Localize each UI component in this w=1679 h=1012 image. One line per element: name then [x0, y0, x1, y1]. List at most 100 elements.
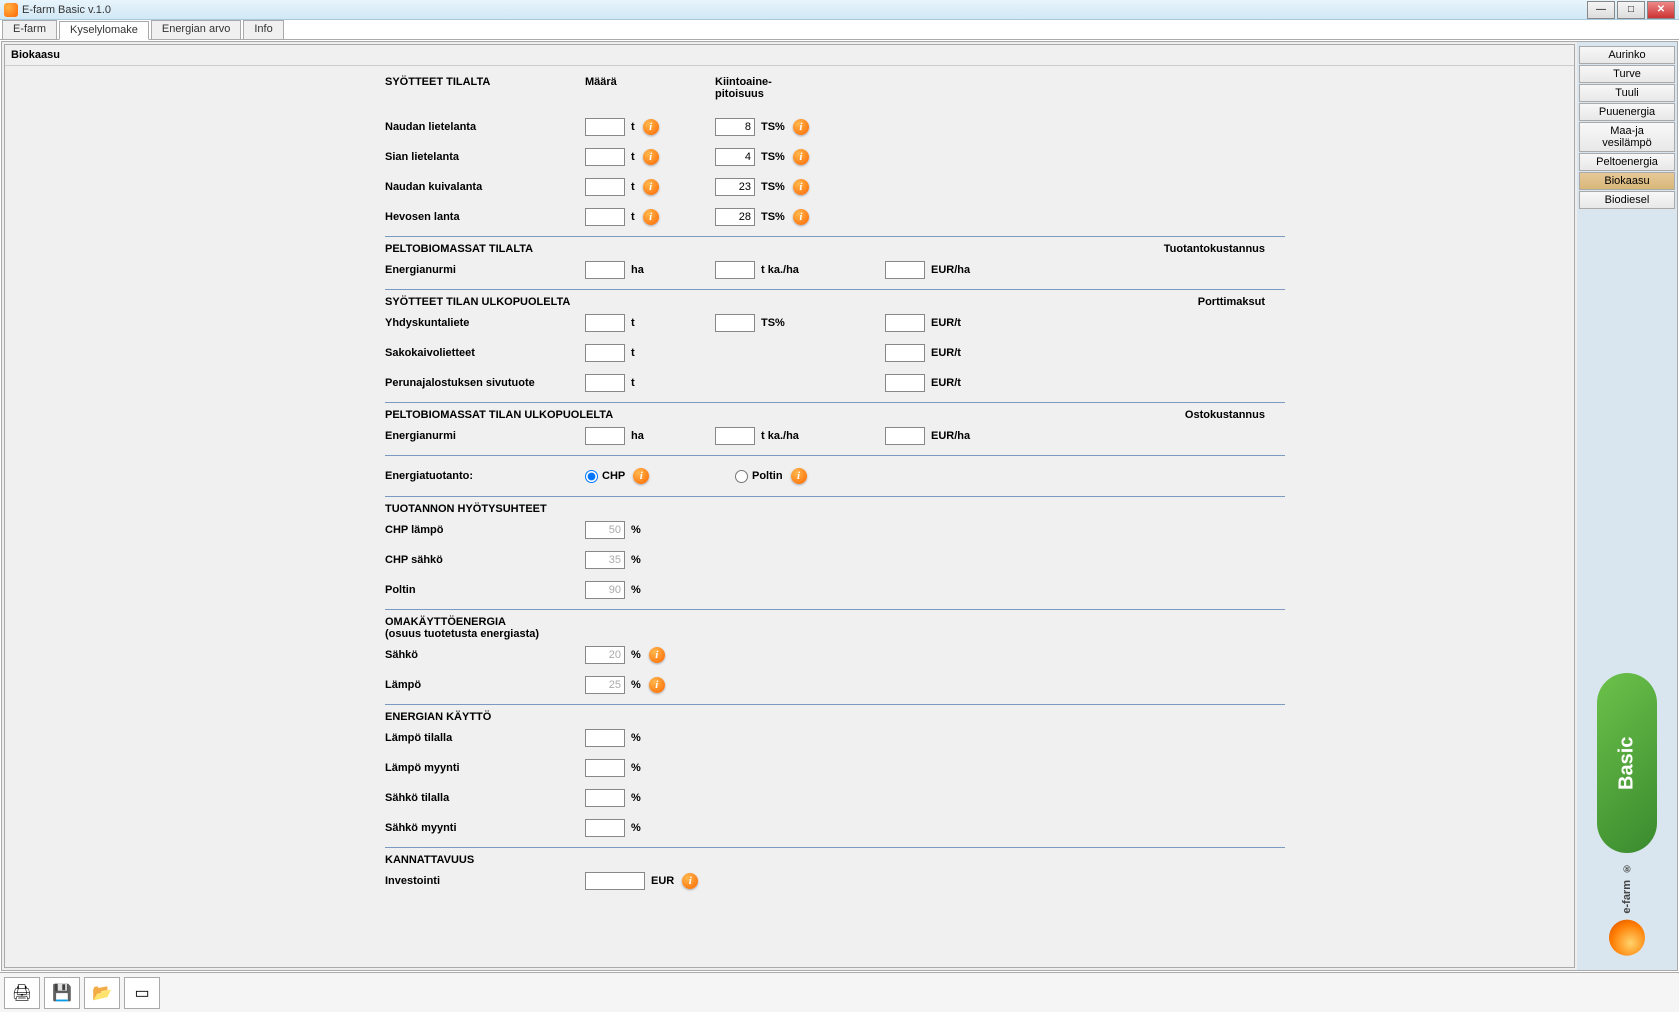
info-icon[interactable]: i [793, 149, 809, 165]
battery-button[interactable]: ▭ [124, 977, 160, 1009]
sidebar-item-turve[interactable]: Turve [1579, 65, 1675, 83]
save-button[interactable]: 💾 [44, 977, 80, 1009]
open-button[interactable]: 📂 [84, 977, 120, 1009]
bottom-toolbar: 🖨 💾 📂 ▭ [0, 972, 1679, 1012]
input-naudan-lietelanta-amount[interactable] [585, 118, 625, 136]
input-sahko-myynti[interactable] [585, 819, 625, 837]
input-sakokaivolietteet-t[interactable] [585, 344, 625, 362]
input-lampo-tilalla[interactable] [585, 729, 625, 747]
info-icon[interactable]: i [643, 149, 659, 165]
input-chp-sahko [585, 551, 625, 569]
section-kannattavuus: KANNATTAVUUS [385, 854, 1285, 866]
tab-info[interactable]: Info [243, 20, 283, 39]
radio-chp[interactable] [585, 470, 598, 483]
input-lampo-myynti[interactable] [585, 759, 625, 777]
tab-kyselylomake[interactable]: Kyselylomake [59, 21, 149, 40]
sidebar-item-tuuli[interactable]: Tuuli [1579, 84, 1675, 102]
label-tuotantokustannus: Tuotantokustannus [1164, 243, 1265, 255]
info-icon[interactable]: i [643, 209, 659, 225]
info-icon[interactable]: i [633, 468, 649, 484]
input-naudan-kuivalanta-amount[interactable] [585, 178, 625, 196]
input-lampo-own [585, 676, 625, 694]
label-sian-lietelanta: Sian lietelanta [385, 151, 585, 163]
tabbar: E-farm Kyselylomake Energian arvo Info [0, 20, 1679, 40]
label-energianurmi-ext: Energianurmi [385, 430, 585, 442]
page-title: Biokaasu [5, 45, 1574, 66]
titlebar: E-farm Basic v.1.0 — □ ✕ [0, 0, 1679, 20]
sidebar-item-peltoenergia[interactable]: Peltoenergia [1579, 153, 1675, 171]
label-naudan-lietelanta: Naudan lietelanta [385, 121, 585, 133]
info-icon[interactable]: i [791, 468, 807, 484]
input-hevosen-lanta-amount[interactable] [585, 208, 625, 226]
input-sahko-tilalla[interactable] [585, 789, 625, 807]
input-energianurmi-tka[interactable] [715, 261, 755, 279]
input-naudan-kuivalanta-ts[interactable] [715, 178, 755, 196]
header-maara: Määrä [585, 76, 705, 100]
logo-efarm: e-farm ® [1592, 863, 1662, 956]
input-sian-lietelanta-amount[interactable] [585, 148, 625, 166]
input-yhdyskuntaliete-t[interactable] [585, 314, 625, 332]
sidebar-right: Aurinko Turve Tuuli Puuenergia Maa-ja ve… [1577, 42, 1677, 970]
info-icon[interactable]: i [643, 179, 659, 195]
label-hevosen-lanta: Hevosen lanta [385, 211, 585, 223]
tab-energian-arvo[interactable]: Energian arvo [151, 20, 242, 39]
input-sian-lietelanta-ts[interactable] [715, 148, 755, 166]
info-icon[interactable]: i [649, 677, 665, 693]
label-investointi: Investointi [385, 875, 585, 887]
input-poltin-eff [585, 581, 625, 599]
info-icon[interactable]: i [682, 873, 698, 889]
info-icon[interactable]: i [793, 179, 809, 195]
input-sahko-own [585, 646, 625, 664]
section-energian-kaytto: ENERGIAN KÄYTTÖ [385, 711, 1285, 723]
sidebar-item-maa-vesilampo[interactable]: Maa-ja vesilämpö [1579, 122, 1675, 152]
sidebar-item-aurinko[interactable]: Aurinko [1579, 46, 1675, 64]
info-icon[interactable]: i [649, 647, 665, 663]
section-omakayto: OMAKÄYTTÖENERGIA(osuus tuotetusta energi… [385, 616, 539, 640]
label-sahko-tilalla: Sähkö tilalla [385, 792, 585, 804]
input-naudan-lietelanta-ts[interactable] [715, 118, 755, 136]
input-sakokaivolietteet-eur[interactable] [885, 344, 925, 362]
input-yhdyskuntaliete-ts[interactable] [715, 314, 755, 332]
info-icon[interactable]: i [643, 119, 659, 135]
radio-poltin[interactable] [735, 470, 748, 483]
maximize-button[interactable]: □ [1617, 1, 1645, 19]
input-perunajalostuksen-eur[interactable] [885, 374, 925, 392]
header-kiintoaine: Kiintoaine- pitoisuus [705, 76, 885, 100]
label-naudan-kuivalanta: Naudan kuivalanta [385, 181, 585, 193]
label-yhdyskuntaliete: Yhdyskuntaliete [385, 317, 585, 329]
sidebar-item-biokaasu[interactable]: Biokaasu [1579, 172, 1675, 190]
close-button[interactable]: ✕ [1647, 1, 1675, 19]
label-ostokustannus: Ostokustannus [1185, 409, 1265, 421]
flame-icon [1609, 920, 1645, 956]
print-button[interactable]: 🖨 [4, 977, 40, 1009]
input-energianurmi-ext-ha[interactable] [585, 427, 625, 445]
sidebar-item-biodiesel[interactable]: Biodiesel [1579, 191, 1675, 209]
input-perunajalostuksen-t[interactable] [585, 374, 625, 392]
label-perunajalostuksen: Perunajalostuksen sivutuote [385, 377, 585, 389]
minimize-button[interactable]: — [1587, 1, 1615, 19]
section-peltobiomassat-tilalta: PELTOBIOMASSAT TILALTA [385, 243, 533, 255]
input-energianurmi-ha[interactable] [585, 261, 625, 279]
tab-efarm[interactable]: E-farm [2, 20, 57, 39]
input-energianurmi-ext-tka[interactable] [715, 427, 755, 445]
logo-basic: Basic [1597, 673, 1657, 853]
label-energiatuotanto: Energiatuotanto: [385, 470, 585, 482]
sidebar-item-puuenergia[interactable]: Puuenergia [1579, 103, 1675, 121]
input-investointi[interactable] [585, 872, 645, 890]
window-title: E-farm Basic v.1.0 [22, 4, 111, 16]
section-peltobiomassat-ulkopuolelta: PELTOBIOMASSAT TILAN ULKOPUOLELTA [385, 409, 613, 421]
form-content: SYÖTTEET TILALTA Määrä Kiintoaine- pitoi… [5, 66, 1574, 967]
input-energianurmi-eur[interactable] [885, 261, 925, 279]
app-icon [4, 3, 18, 17]
input-hevosen-lanta-ts[interactable] [715, 208, 755, 226]
input-energianurmi-ext-eur[interactable] [885, 427, 925, 445]
info-icon[interactable]: i [793, 119, 809, 135]
label-sakokaivolietteet: Sakokaivolietteet [385, 347, 585, 359]
info-icon[interactable]: i [793, 209, 809, 225]
label-porttimaksut: Porttimaksut [1198, 296, 1265, 308]
label-chp-lampo: CHP lämpö [385, 524, 585, 536]
label-poltin-eff: Poltin [385, 584, 585, 596]
input-chp-lampo [585, 521, 625, 539]
label-chp-sahko: CHP sähkö [385, 554, 585, 566]
input-yhdyskuntaliete-eur[interactable] [885, 314, 925, 332]
